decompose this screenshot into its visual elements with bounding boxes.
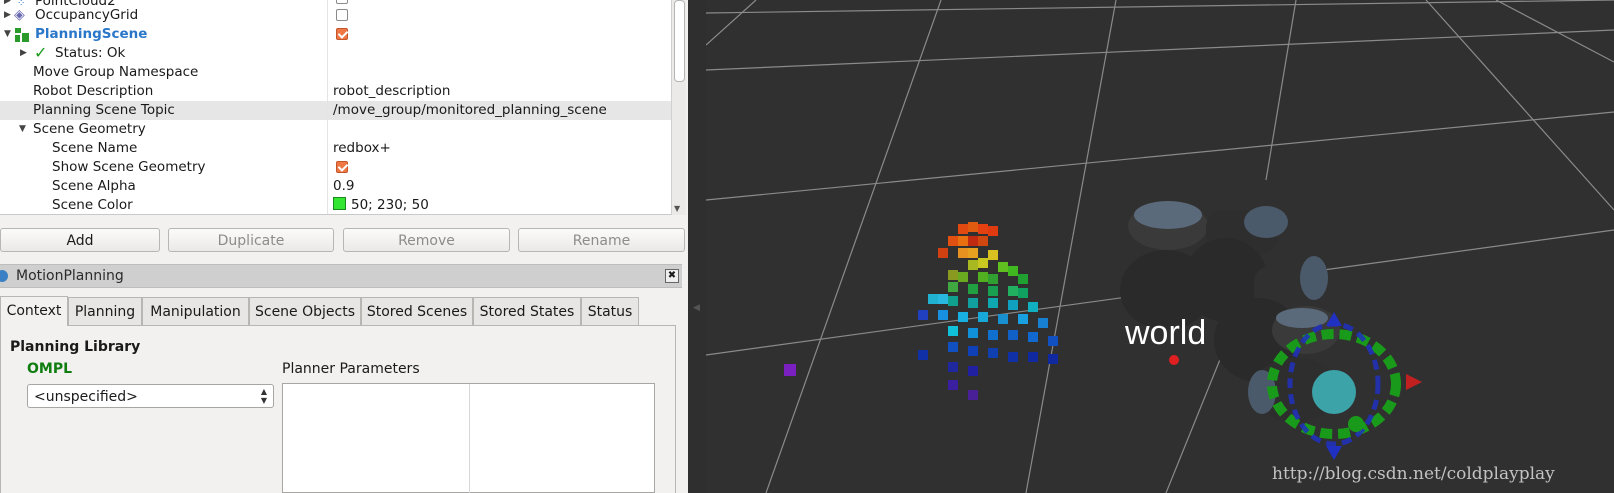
- tree-row-scene-alpha[interactable]: Scene Alpha 0.9: [0, 177, 671, 196]
- watermark-text: http://blog.csdn.net/coldplayplay: [1272, 464, 1555, 484]
- tree-row-planningscene[interactable]: ▼ PlanningScene: [0, 25, 671, 44]
- scrollbar-thumb[interactable]: [674, 0, 685, 82]
- planner-select[interactable]: <unspecified> ▲ ▼: [27, 384, 274, 408]
- tree-row-scene-color[interactable]: Scene Color 50; 230; 50: [0, 196, 671, 214]
- tab-status[interactable]: Status: [581, 297, 639, 325]
- property-tree: ▶ ⁘ PointCloud2 ▶ ◈ OccupancyGrid ▼ Plan…: [0, 0, 671, 215]
- scroll-down-icon[interactable]: ▼: [674, 204, 680, 213]
- expand-arrow-icon[interactable]: ▶: [4, 6, 11, 25]
- property-label: Scene Geometry: [33, 121, 146, 137]
- enable-checkbox[interactable]: [336, 9, 348, 21]
- property-label: Robot Description: [33, 83, 154, 99]
- tree-row-move-group-namespace[interactable]: Move Group Namespace: [0, 63, 671, 82]
- collapse-panel-icon[interactable]: ◀: [693, 303, 700, 313]
- world-frame-label: world: [1125, 314, 1207, 352]
- tree-scrollbar[interactable]: ▼: [671, 0, 686, 215]
- checkmark-icon: ✓: [34, 43, 48, 62]
- tree-row-planning-scene-topic[interactable]: Planning Scene Topic /move_group/monitor…: [0, 101, 671, 120]
- tree-row-label: OccupancyGrid: [35, 7, 139, 23]
- library-name: OMPL: [27, 361, 73, 377]
- planner-parameters-label: Planner Parameters: [282, 361, 420, 377]
- color-value: 50; 230; 50: [351, 197, 429, 213]
- planning-library-label: Planning Library: [10, 339, 141, 355]
- tab-context[interactable]: Context: [0, 296, 68, 326]
- octomap-voxels: [784, 222, 1058, 400]
- tree-row-show-scene-geometry[interactable]: Show Scene Geometry: [0, 158, 671, 177]
- expand-arrow-icon[interactable]: ▶: [20, 44, 27, 63]
- displays-panel: ▶ ⁘ PointCloud2 ▶ ◈ OccupancyGrid ▼ Plan…: [0, 0, 688, 493]
- property-label: Scene Color: [52, 197, 133, 213]
- property-label: Scene Name: [52, 140, 138, 156]
- tree-row-occupancygrid[interactable]: ▶ ◈ OccupancyGrid: [0, 6, 671, 25]
- show-scene-geometry-checkbox[interactable]: [336, 161, 348, 173]
- property-label: Scene Alpha: [52, 178, 136, 194]
- planner-parameters-table[interactable]: [282, 383, 655, 493]
- property-value[interactable]: 0.9: [333, 177, 354, 196]
- rename-button[interactable]: Rename: [518, 228, 685, 252]
- status-label: Status: Ok: [55, 45, 126, 61]
- remove-button[interactable]: Remove: [343, 228, 510, 252]
- tree-row-scene-name[interactable]: Scene Name redbox+: [0, 139, 671, 158]
- tree-row-status[interactable]: ▶ ✓ Status: Ok: [0, 44, 671, 63]
- close-icon[interactable]: ✖: [665, 269, 679, 283]
- tab-planning[interactable]: Planning: [68, 297, 142, 325]
- color-swatch[interactable]: [333, 197, 346, 210]
- tab-manipulation[interactable]: Manipulation: [142, 297, 249, 325]
- tree-row-robot-description[interactable]: Robot Description robot_description: [0, 82, 671, 101]
- tree-row-label: PlanningScene: [35, 26, 148, 42]
- duplicate-button[interactable]: Duplicate: [168, 228, 334, 252]
- panel-title: MotionPlanning: [16, 268, 124, 284]
- scene-canvas[interactable]: [706, 0, 1614, 493]
- property-label: Move Group Namespace: [33, 64, 199, 80]
- property-label: Planning Scene Topic: [33, 102, 175, 118]
- motion-planning-icon: [0, 270, 8, 282]
- grid-diamond-icon: ◈: [14, 7, 25, 23]
- tree-row-scene-geometry[interactable]: ▼ Scene Geometry: [0, 120, 671, 139]
- tab-scene-objects[interactable]: Scene Objects: [249, 297, 361, 325]
- add-button[interactable]: Add: [0, 228, 160, 252]
- planner-select-value: <unspecified>: [34, 389, 138, 405]
- updown-arrows-icon: ▲ ▼: [260, 387, 267, 405]
- property-label: Show Scene Geometry: [52, 159, 206, 175]
- property-value[interactable]: /move_group/monitored_planning_scene: [333, 101, 607, 120]
- tab-stored-scenes[interactable]: Stored Scenes: [361, 297, 473, 325]
- enable-checkbox[interactable]: [336, 28, 348, 40]
- planning-scene-icon: [14, 27, 29, 42]
- collapse-arrow-icon[interactable]: ▼: [19, 120, 26, 139]
- robot-arm-model: [1120, 201, 1340, 422]
- property-value[interactable]: 50; 230; 50: [333, 196, 429, 214]
- tab-stored-states[interactable]: Stored States: [473, 297, 581, 325]
- property-value[interactable]: robot_description: [333, 82, 450, 101]
- collapse-arrow-icon[interactable]: ▼: [4, 25, 11, 44]
- render-view-3d[interactable]: [706, 0, 1614, 493]
- property-value[interactable]: redbox+: [333, 139, 391, 158]
- motion-planning-header[interactable]: MotionPlanning ✖: [0, 264, 682, 288]
- enable-checkbox[interactable]: [336, 0, 348, 4]
